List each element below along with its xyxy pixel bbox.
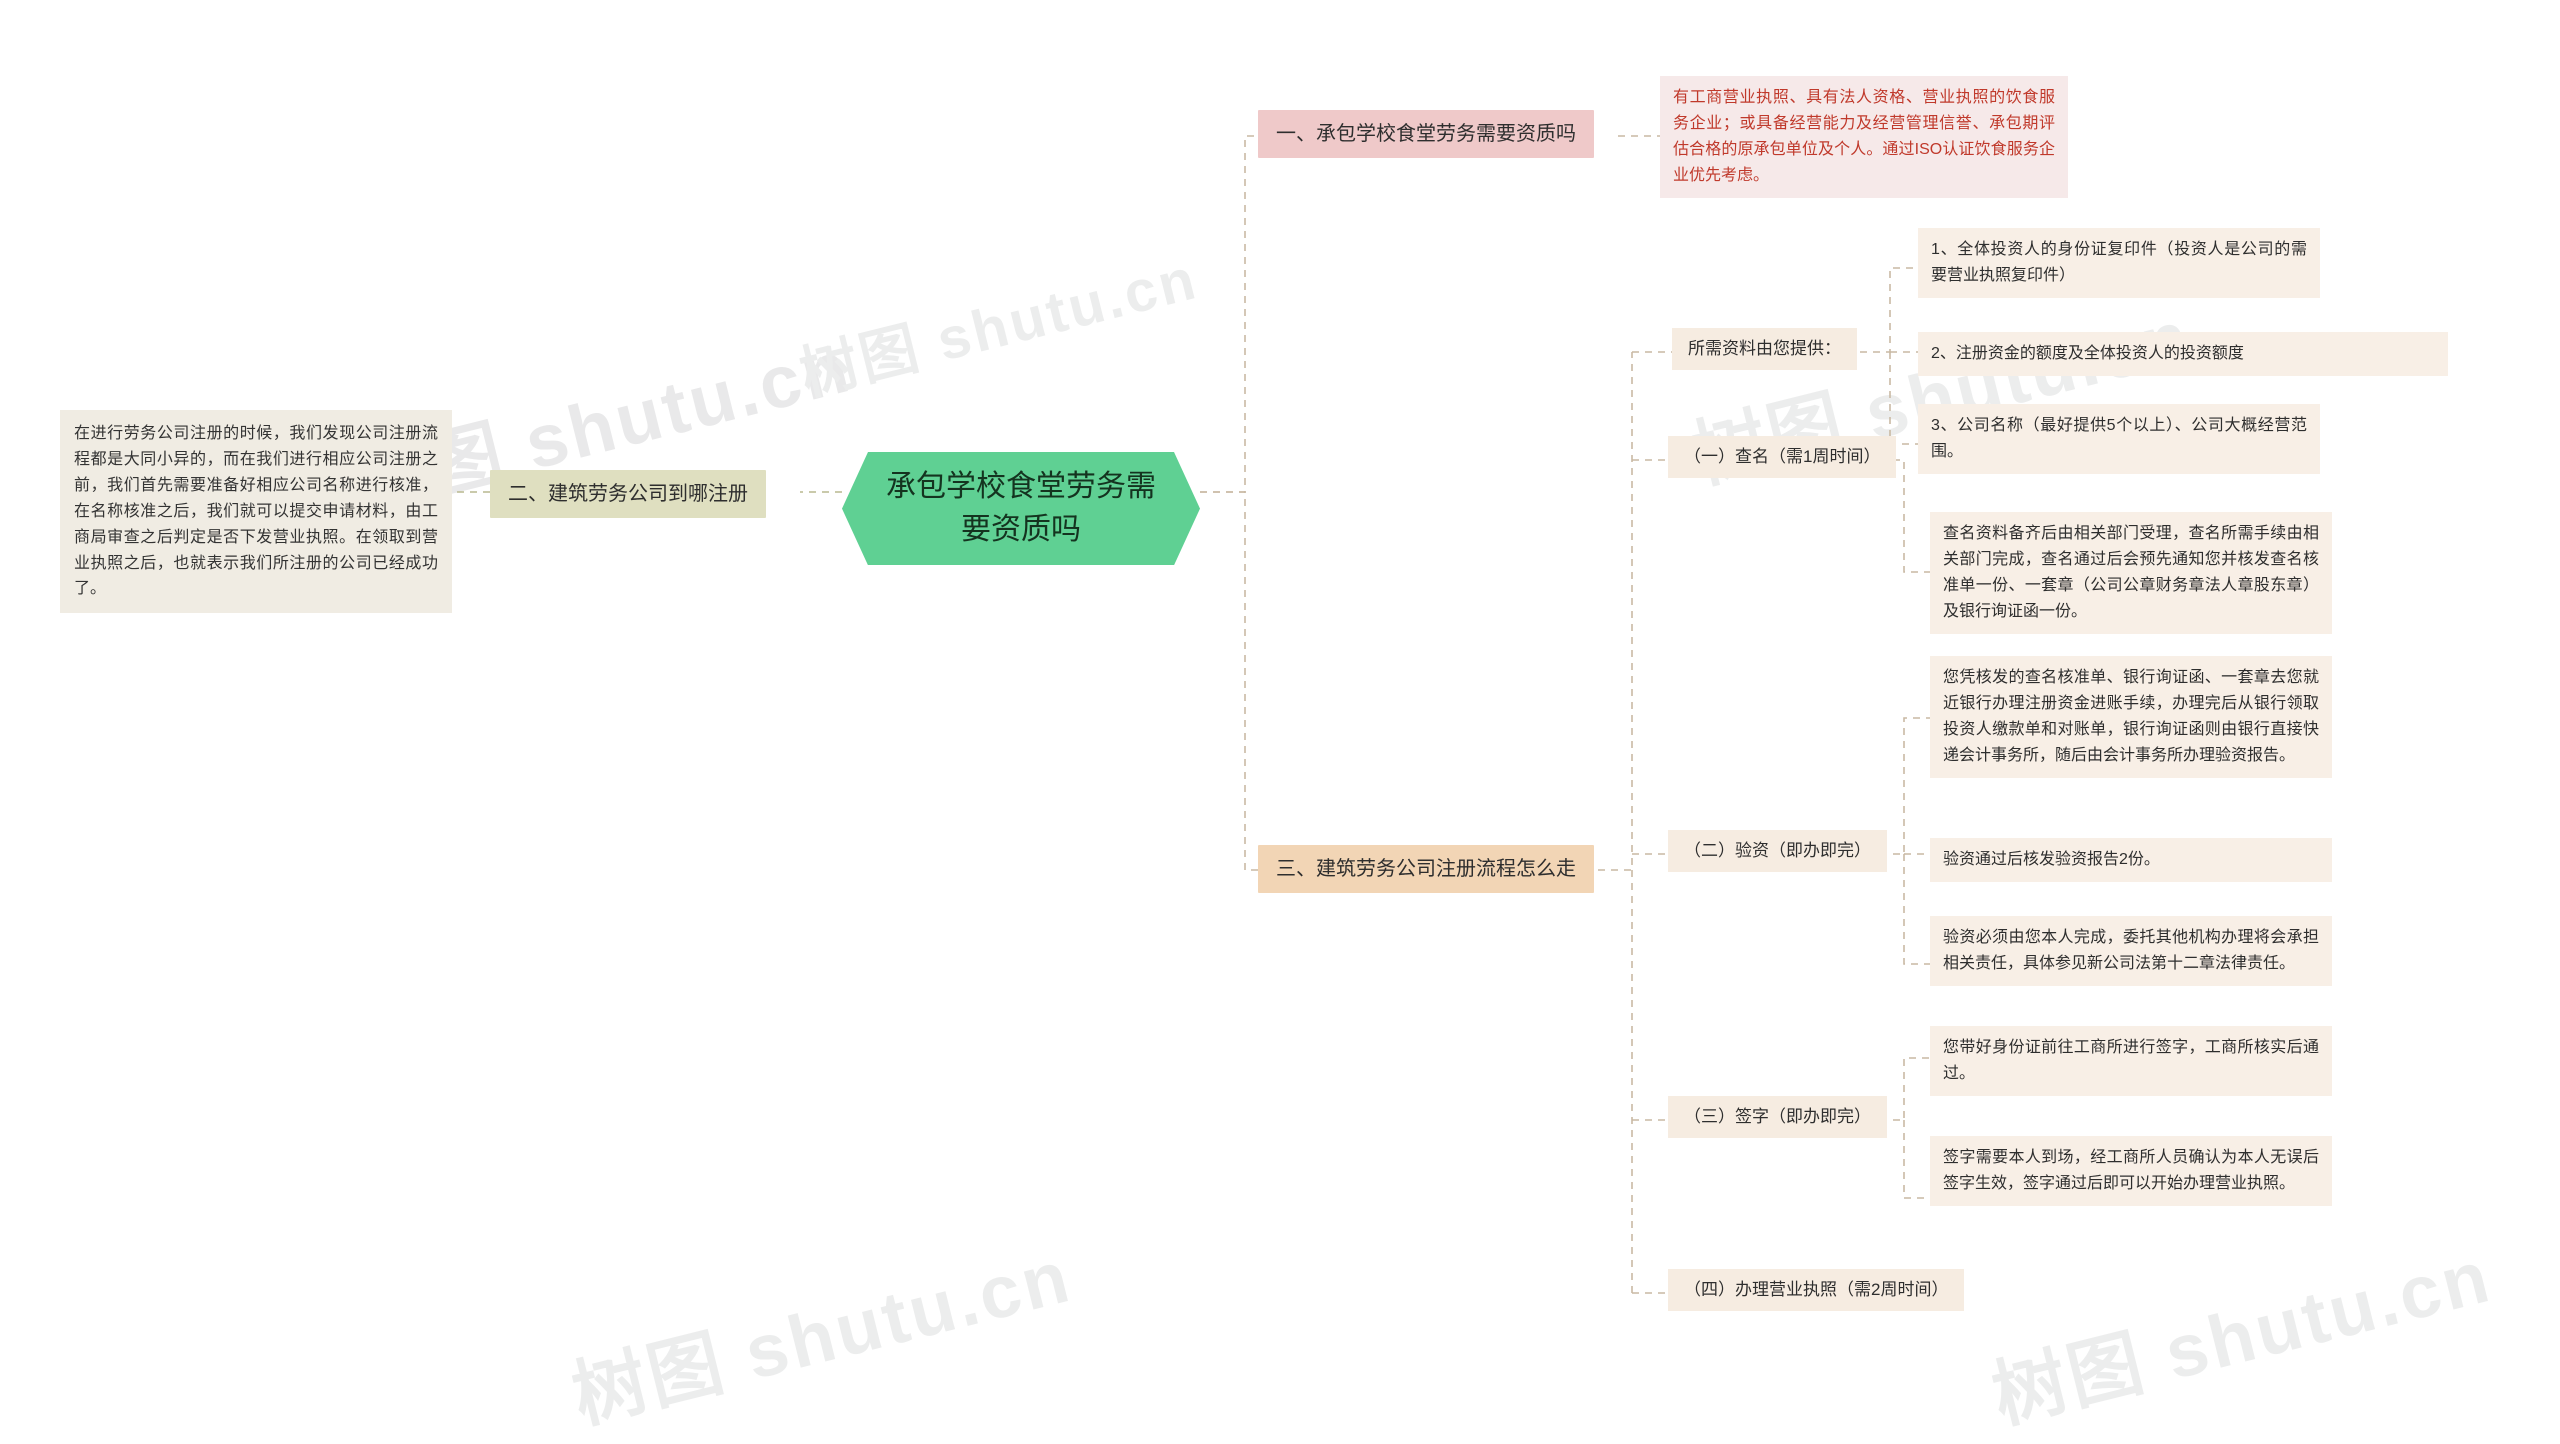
materials-item-text: 3、公司名称（最好提供5个以上）、公司大概经营范围。 [1931,417,2307,460]
watermark: 树图 shutu.cn [564,1234,1080,1438]
step-detail-1-1[interactable]: 查名资料备齐后由相关部门受理，查名所需手续由相关部门完成，查名通过后会预先通知您… [1930,512,2332,634]
mindmap-canvas: 树图 shutu.cn 树图 shutu.cn 树图 shutu.cn 树图 s… [0,0,2560,1438]
step-label-4-text: （四）办理营业执照（需2周时间） [1684,1280,1949,1299]
materials-label-text: 所需资料由您提供： [1688,339,1841,358]
branch-one-topic[interactable]: 一、承包学校食堂劳务需要资质吗 [1258,110,1594,158]
central-topic[interactable]: 承包学校食堂劳务需要资质吗 [842,452,1200,565]
step-detail-2-2-text: 验资通过后核发验资报告2份。 [1943,851,2160,868]
step-detail-2-1-text: 您凭核发的查名核准单、银行询证函、一套章去您就近银行办理注册资金进账手续，办理完… [1943,669,2319,764]
materials-label[interactable]: 所需资料由您提供： [1672,328,1857,370]
step-detail-3-1[interactable]: 您带好身份证前往工商所进行签字，工商所核实后通过。 [1930,1026,2332,1096]
step-detail-2-3-text: 验资必须由您本人完成，委托其他机构办理将会承担相关责任，具体参见新公司法第十二章… [1943,929,2319,972]
step-detail-2-2[interactable]: 验资通过后核发验资报告2份。 [1930,838,2332,882]
intro-note[interactable]: 在进行劳务公司注册的时候，我们发现公司注册流程都是大同小异的，而在我们进行相应公… [60,410,452,614]
intro-note-text: 在进行劳务公司注册的时候，我们发现公司注册流程都是大同小异的，而在我们进行相应公… [74,425,438,598]
step-detail-3-2-text: 签字需要本人到场，经工商所人员确认为本人无误后签字生效，签字通过后即可以开始办理… [1943,1149,2319,1192]
step-label-2[interactable]: （二）验资（即办即完） [1668,830,1887,872]
materials-item-text: 2、注册资金的额度及全体投资人的投资额度 [1931,345,2244,362]
materials-item-text: 1、全体投资人的身份证复印件（投资人是公司的需要营业执照复印件） [1931,241,2307,284]
step-detail-2-3[interactable]: 验资必须由您本人完成，委托其他机构办理将会承担相关责任，具体参见新公司法第十二章… [1930,916,2332,986]
step-label-3[interactable]: （三）签字（即办即完） [1668,1096,1887,1138]
central-topic-label: 承包学校食堂劳务需要资质吗 [886,470,1156,546]
step-detail-1-1-text: 查名资料备齐后由相关部门受理，查名所需手续由相关部门完成，查名通过后会预先通知您… [1943,525,2319,620]
watermark: 树图 shutu.cn [793,246,1205,408]
watermark: 树图 shutu.cn [1984,1234,2500,1438]
branch-three-label: 三、建筑劳务公司注册流程怎么走 [1276,858,1576,880]
branch-three-topic[interactable]: 三、建筑劳务公司注册流程怎么走 [1258,845,1594,893]
step-label-1[interactable]: （一）查名（需1周时间） [1668,436,1897,478]
branch-one-detail[interactable]: 有工商营业执照、具有法人资格、营业执照的饮食服务企业；或具备经营能力及经营管理信… [1660,76,2068,198]
branch-two-topic[interactable]: 二、建筑劳务公司到哪注册 [490,470,766,518]
materials-item[interactable]: 3、公司名称（最好提供5个以上）、公司大概经营范围。 [1918,404,2320,474]
step-label-1-text: （一）查名（需1周时间） [1684,447,1881,466]
step-label-3-text: （三）签字（即办即完） [1684,1107,1871,1126]
materials-item[interactable]: 1、全体投资人的身份证复印件（投资人是公司的需要营业执照复印件） [1918,228,2320,298]
materials-item[interactable]: 2、注册资金的额度及全体投资人的投资额度 [1918,332,2448,376]
step-detail-2-1[interactable]: 您凭核发的查名核准单、银行询证函、一套章去您就近银行办理注册资金进账手续，办理完… [1930,656,2332,778]
step-detail-3-2[interactable]: 签字需要本人到场，经工商所人员确认为本人无误后签字生效，签字通过后即可以开始办理… [1930,1136,2332,1206]
step-label-4[interactable]: （四）办理营业执照（需2周时间） [1668,1269,1965,1311]
step-detail-3-1-text: 您带好身份证前往工商所进行签字，工商所核实后通过。 [1943,1039,2319,1082]
branch-two-label: 二、建筑劳务公司到哪注册 [508,483,748,505]
branch-one-label: 一、承包学校食堂劳务需要资质吗 [1276,123,1576,145]
branch-one-detail-text: 有工商营业执照、具有法人资格、营业执照的饮食服务企业；或具备经营能力及经营管理信… [1673,89,2055,184]
step-label-2-text: （二）验资（即办即完） [1684,841,1871,860]
